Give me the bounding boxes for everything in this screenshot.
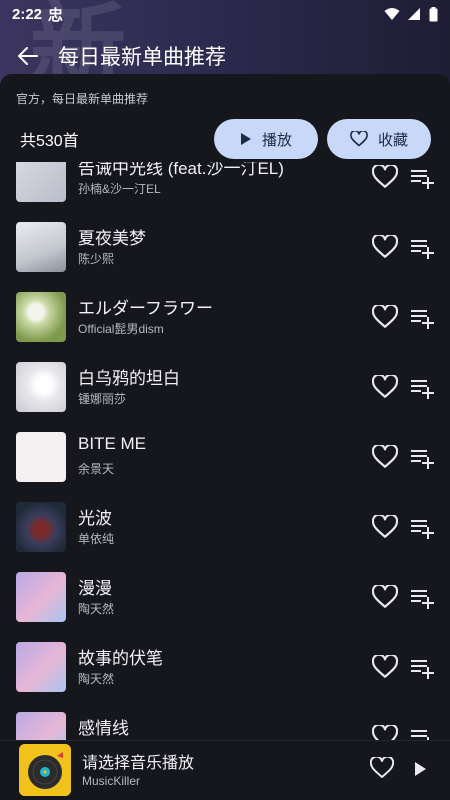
heart-outline-icon[interactable] (372, 445, 398, 469)
heart-outline-icon (350, 131, 368, 147)
playlist-add-icon[interactable] (410, 655, 434, 679)
favorite-label: 收藏 (377, 131, 408, 149)
play-icon (240, 133, 251, 145)
playlist-add-icon[interactable] (410, 725, 434, 740)
heart-outline-icon[interactable] (372, 235, 398, 259)
playlist-summary: 共530首 播放 收藏 (0, 118, 450, 160)
song-title: 白乌鸦的坦白 (78, 369, 180, 388)
favorite-playlist-button[interactable]: 收藏 (327, 119, 431, 159)
song-artist: 单依纯 (78, 532, 115, 546)
song-row[interactable]: エルダーフラワー Official髭男dism (0, 282, 450, 352)
song-title: 夏夜美梦 (78, 229, 146, 248)
playlist-add-icon[interactable] (410, 165, 434, 189)
song-row[interactable]: 感情线 (0, 702, 450, 740)
app-bar: 每日最新单曲推荐 (0, 34, 450, 78)
heart-outline-icon[interactable] (372, 375, 398, 399)
song-title: 告诫中光线 (feat.沙一汀EL) (78, 162, 284, 178)
song-row[interactable]: 夏夜美梦 陈少熙 (0, 212, 450, 282)
song-row[interactable]: 漫漫 陶天然 (0, 562, 450, 632)
song-cover (16, 572, 66, 622)
player-title: 请选择音乐播放 (82, 755, 195, 772)
heart-outline-icon[interactable] (372, 655, 398, 679)
playlist-add-icon[interactable] (410, 445, 434, 469)
song-cover (16, 162, 66, 202)
song-row[interactable]: 光波 单依纯 (0, 492, 450, 562)
song-row[interactable]: 故事的伏笔 陶天然 (0, 632, 450, 702)
song-row[interactable]: BITE ME 余景天 (0, 422, 450, 492)
song-title: 漫漫 (78, 579, 112, 598)
play-all-button[interactable]: 播放 (214, 119, 318, 159)
play-icon[interactable] (409, 757, 431, 781)
heart-outline-icon[interactable] (372, 515, 398, 539)
song-cover (16, 292, 66, 342)
page-title: 每日最新单曲推荐 (58, 46, 226, 69)
player-subtitle: MusicKiller (82, 774, 141, 788)
playlist-add-icon[interactable] (410, 305, 434, 329)
back-button[interactable] (4, 34, 52, 78)
song-artist: Official髭男dism (78, 322, 164, 336)
song-artist: 陶天然 (78, 602, 115, 616)
heart-outline-icon[interactable] (372, 585, 398, 609)
playlist-add-icon[interactable] (410, 515, 434, 539)
song-artist: 孙楠&沙一汀EL (78, 182, 161, 196)
song-cover (16, 362, 66, 412)
status-indicators (384, 6, 438, 22)
song-artist: 陈少熙 (78, 252, 115, 266)
song-count: 共530首 (20, 133, 79, 150)
arrow-left-icon (18, 47, 38, 65)
vinyl-record-icon (19, 744, 71, 796)
heart-outline-icon[interactable] (372, 725, 398, 740)
song-row[interactable]: 白乌鸦的坦白 锺娜丽莎 (0, 352, 450, 422)
battery-icon (429, 6, 438, 21)
heart-outline-icon[interactable] (372, 305, 398, 329)
wifi-icon (384, 8, 400, 20)
play-all-label: 播放 (261, 131, 292, 149)
playlist-add-icon[interactable] (410, 235, 434, 259)
song-cover (16, 432, 66, 482)
mini-player[interactable]: 请选择音乐播放 MusicKiller (0, 740, 450, 800)
song-cover (16, 642, 66, 692)
song-row[interactable]: 告诫中光线 (feat.沙一汀EL) 孙楠&沙一汀EL (0, 162, 450, 212)
heart-outline-icon[interactable] (370, 757, 394, 779)
song-artist: 锺娜丽莎 (78, 392, 127, 406)
playlist-sheet: 官方，每日最新单曲推荐 共530首 播放 收藏 告诫中光线 (feat.沙一汀E… (0, 74, 450, 740)
song-artist: 陶天然 (78, 672, 115, 686)
song-title: エルダーフラワー (78, 299, 213, 318)
status-time: 2:22 (12, 5, 43, 23)
status-bar: 2:22 忠 (0, 0, 450, 28)
heart-outline-icon[interactable] (372, 165, 398, 189)
song-title: 光波 (78, 509, 112, 528)
song-title: 感情线 (78, 719, 129, 738)
playlist-description: 官方，每日最新单曲推荐 (16, 92, 149, 106)
song-cover (16, 712, 66, 740)
playlist-add-icon[interactable] (410, 585, 434, 609)
song-title: BITE ME (78, 434, 147, 453)
signal-icon (408, 8, 420, 20)
status-app-icon: 忠 (48, 6, 64, 24)
player-cover[interactable] (19, 744, 71, 796)
song-artist: 余景天 (78, 462, 115, 476)
song-cover (16, 222, 66, 272)
song-cover (16, 502, 66, 552)
song-list[interactable]: 告诫中光线 (feat.沙一汀EL) 孙楠&沙一汀EL 夏夜美梦 陈少熙 エルダ… (0, 162, 450, 740)
playlist-add-icon[interactable] (410, 375, 434, 399)
song-title: 故事的伏笔 (78, 649, 163, 668)
